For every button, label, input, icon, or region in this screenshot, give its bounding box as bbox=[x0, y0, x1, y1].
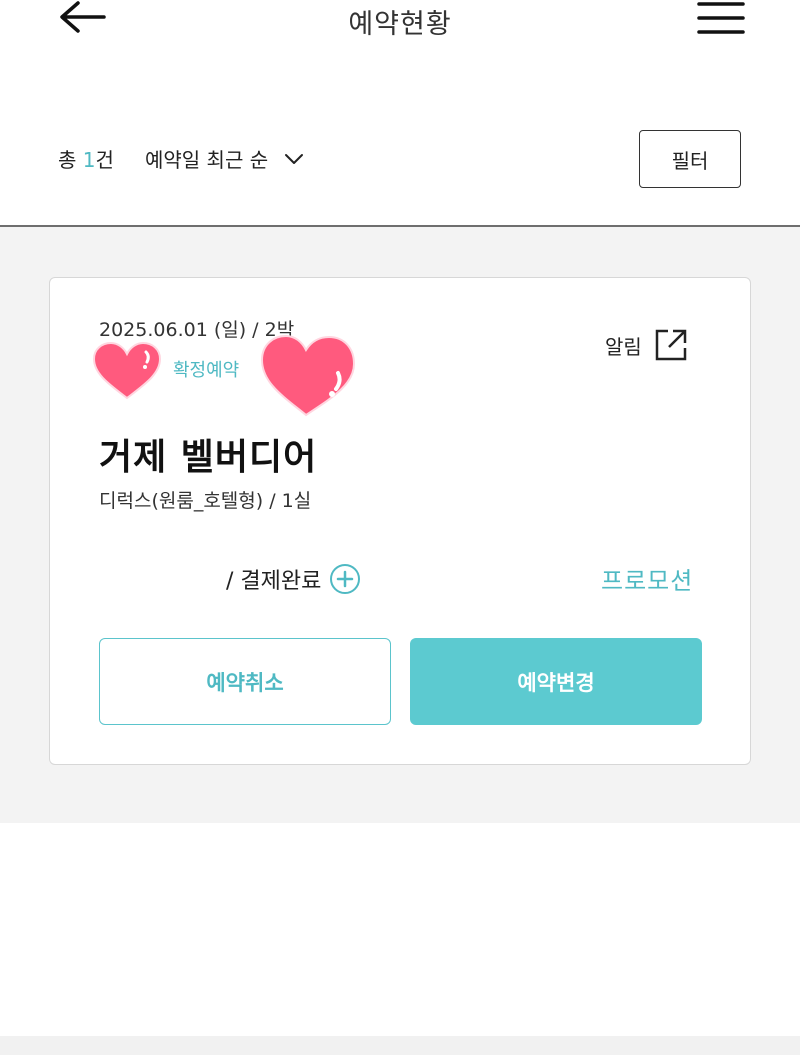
status-badge: 확정예약 bbox=[173, 360, 240, 381]
hotel-name: 거제 벨버디어 bbox=[99, 437, 318, 478]
heart-sticker-icon bbox=[260, 334, 356, 417]
sort-label: 예약일 최근 순 bbox=[145, 148, 269, 172]
plus-circle-icon[interactable] bbox=[329, 563, 361, 595]
cancel-reservation-button[interactable]: 예약취소 bbox=[99, 638, 391, 725]
header: 예약현황 bbox=[0, 0, 800, 60]
alarm-button[interactable]: 알림 bbox=[605, 328, 688, 362]
menu-button[interactable] bbox=[694, 0, 748, 36]
count-number: 1 bbox=[82, 148, 96, 172]
reservation-list: 2025.06.01 (일) / 2박 확정예약 알림 거제 벨버디어 디럭스(… bbox=[0, 227, 800, 823]
sort-dropdown[interactable]: 예약일 최근 순 bbox=[145, 144, 304, 173]
filter-button[interactable]: 필터 bbox=[639, 130, 741, 188]
bottom-bar bbox=[0, 1036, 800, 1055]
chevron-down-icon bbox=[285, 153, 304, 164]
reservation-card: 2025.06.01 (일) / 2박 확정예약 알림 거제 벨버디어 디럭스(… bbox=[49, 277, 751, 765]
heart-sticker-icon bbox=[92, 341, 162, 400]
hamburger-menu-icon bbox=[697, 2, 745, 34]
change-reservation-button[interactable]: 예약변경 bbox=[410, 638, 702, 725]
result-count: 총 1건 bbox=[58, 148, 114, 172]
page-title: 예약현황 bbox=[348, 9, 452, 40]
payment-status: / 결제완료 bbox=[226, 563, 361, 595]
promotion-link[interactable]: 프로모션 bbox=[601, 561, 693, 596]
room-type: 디럭스(원룸_호텔형) / 1실 bbox=[99, 490, 312, 512]
external-link-icon bbox=[655, 329, 687, 361]
list-toolbar: 총 1건 예약일 최근 순 필터 bbox=[0, 120, 800, 200]
payment-label: / 결제완료 bbox=[226, 569, 322, 594]
alarm-label: 알림 bbox=[605, 334, 642, 359]
